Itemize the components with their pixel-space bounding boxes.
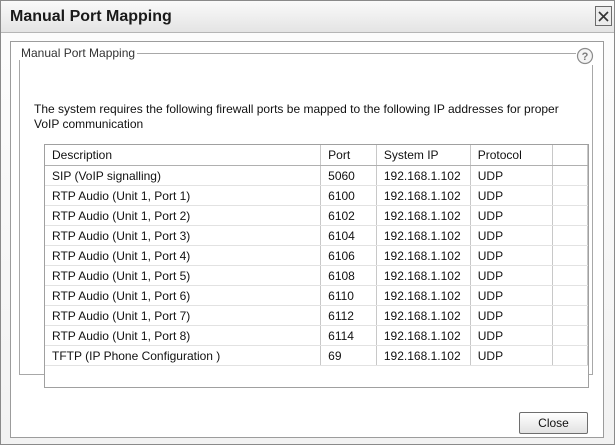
cell-protocol: UDP	[470, 205, 554, 226]
cell-system-ip: 192.168.1.102	[376, 165, 471, 186]
cell-description: SIP (VoIP signalling)	[45, 165, 322, 186]
port-mapping-group: Manual Port Mapping ? The system require…	[19, 46, 594, 388]
cell-port: 69	[320, 345, 377, 366]
port-table: Description Port System IP Protocol SIP …	[45, 145, 588, 366]
table-row[interactable]: RTP Audio (Unit 1, Port 7) 6112 192.168.…	[45, 305, 588, 326]
table-row[interactable]: RTP Audio (Unit 1, Port 5) 6108 192.168.…	[45, 265, 588, 286]
table-row[interactable]: RTP Audio (Unit 1, Port 1) 6100 192.168.…	[45, 185, 588, 206]
cell-description: RTP Audio (Unit 1, Port 2)	[45, 205, 322, 226]
cell-system-ip: 192.168.1.102	[376, 185, 471, 206]
table-row[interactable]: RTP Audio (Unit 1, Port 3) 6104 192.168.…	[45, 225, 588, 246]
svg-text:?: ?	[582, 51, 589, 63]
cell-description: RTP Audio (Unit 1, Port 4)	[45, 245, 322, 266]
cell-description: RTP Audio (Unit 1, Port 8)	[45, 325, 322, 346]
description-text: The system requires the following firewa…	[34, 102, 559, 131]
cell-port: 6100	[320, 185, 377, 206]
cell-port: 5060	[320, 165, 377, 186]
cell-system-ip: 192.168.1.102	[376, 265, 471, 286]
cell-system-ip: 192.168.1.102	[376, 205, 471, 226]
cell-system-ip: 192.168.1.102	[376, 225, 471, 246]
cell-port: 6104	[320, 225, 377, 246]
window-title: Manual Port Mapping	[10, 8, 172, 25]
cell-protocol: UDP	[470, 225, 554, 246]
cell-protocol: UDP	[470, 325, 554, 346]
table-row[interactable]: RTP Audio (Unit 1, Port 4) 6106 192.168.…	[45, 245, 588, 266]
close-x-icon[interactable]	[595, 6, 612, 26]
cell-port: 6110	[320, 285, 377, 306]
table-row[interactable]: RTP Audio (Unit 1, Port 6) 6110 192.168.…	[45, 285, 588, 306]
cell-protocol: UDP	[470, 185, 554, 206]
cell-protocol: UDP	[470, 345, 554, 366]
column-header-protocol[interactable]: Protocol	[470, 145, 554, 166]
port-table-container: Description Port System IP Protocol SIP …	[44, 144, 589, 388]
cell-description: RTP Audio (Unit 1, Port 3)	[45, 225, 322, 246]
table-row[interactable]: RTP Audio (Unit 1, Port 2) 6102 192.168.…	[45, 205, 588, 226]
cell-protocol: UDP	[470, 305, 554, 326]
cell-protocol: UDP	[470, 245, 554, 266]
cell-system-ip: 192.168.1.102	[376, 325, 471, 346]
cell-protocol: UDP	[470, 285, 554, 306]
cell-description: RTP Audio (Unit 1, Port 6)	[45, 285, 322, 306]
cell-protocol: UDP	[470, 265, 554, 286]
group-legend: Manual Port Mapping	[21, 46, 136, 60]
table-row[interactable]: TFTP (IP Phone Configuration ) 69 192.16…	[45, 345, 588, 366]
cell-port: 6114	[320, 325, 377, 346]
table-row[interactable]: RTP Audio (Unit 1, Port 8) 6114 192.168.…	[45, 325, 588, 346]
question-mark-icon[interactable]: ?	[576, 47, 594, 65]
cell-port: 6106	[320, 245, 377, 266]
cell-system-ip: 192.168.1.102	[376, 245, 471, 266]
table-header-row: Description Port System IP Protocol	[45, 145, 588, 166]
cell-description: RTP Audio (Unit 1, Port 5)	[45, 265, 322, 286]
title-bar: Manual Port Mapping	[1, 1, 614, 33]
cell-port: 6108	[320, 265, 377, 286]
cell-description: RTP Audio (Unit 1, Port 7)	[45, 305, 322, 326]
column-header-port[interactable]: Port	[320, 145, 377, 166]
close-button[interactable]: Close	[519, 412, 588, 434]
manual-port-mapping-dialog: Manual Port Mapping Manual Port Mapping …	[0, 0, 615, 445]
cell-description: RTP Audio (Unit 1, Port 1)	[45, 185, 322, 206]
cell-description: TFTP (IP Phone Configuration )	[45, 345, 322, 366]
column-header-spacer	[552, 145, 588, 166]
cell-port: 6102	[320, 205, 377, 226]
dialog-body: Manual Port Mapping ? The system require…	[10, 41, 604, 438]
cell-port: 6112	[320, 305, 377, 326]
cell-protocol: UDP	[470, 165, 554, 186]
column-header-description[interactable]: Description	[45, 145, 322, 166]
column-header-system-ip[interactable]: System IP	[376, 145, 471, 166]
cell-system-ip: 192.168.1.102	[376, 305, 471, 326]
table-row[interactable]: SIP (VoIP signalling) 5060 192.168.1.102…	[45, 165, 588, 186]
cell-system-ip: 192.168.1.102	[376, 285, 471, 306]
cell-system-ip: 192.168.1.102	[376, 345, 471, 366]
